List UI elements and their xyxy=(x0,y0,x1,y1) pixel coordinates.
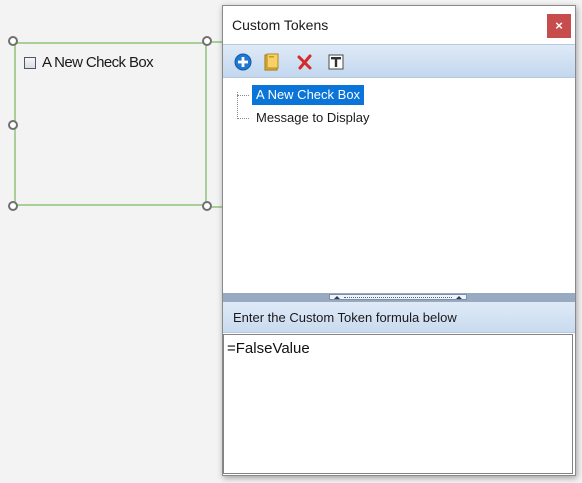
selection-connector-bottom xyxy=(212,206,222,208)
toolbar xyxy=(223,44,575,78)
close-button[interactable]: × xyxy=(547,14,571,38)
resize-handle-middle-left[interactable] xyxy=(8,120,18,130)
window-title: Custom Tokens xyxy=(232,17,329,33)
token-tree: A New Check Box Message to Display xyxy=(223,78,575,293)
tree-item-message-to-display[interactable]: Message to Display xyxy=(252,108,373,128)
tree-guide-branch xyxy=(237,118,249,119)
delete-x-icon[interactable] xyxy=(295,52,315,72)
canvas-checkbox-control[interactable]: A New Check Box xyxy=(24,54,154,71)
folder-icon[interactable] xyxy=(262,52,282,72)
formula-input[interactable]: =FalseValue xyxy=(223,334,573,474)
tree-item-a-new-check-box[interactable]: A New Check Box xyxy=(252,85,365,105)
resize-handle-bottom-right[interactable] xyxy=(202,201,212,211)
tree-guide-branch xyxy=(237,95,249,96)
add-circle-icon[interactable] xyxy=(233,52,253,72)
selection-connector-top xyxy=(212,41,222,43)
formula-value: =FalseValue xyxy=(227,340,310,357)
formula-header-label: Enter the Custom Token formula below xyxy=(233,310,457,325)
resize-handle-top-left[interactable] xyxy=(8,36,18,46)
rename-text-icon[interactable] xyxy=(326,52,346,72)
resize-handle-bottom-left[interactable] xyxy=(8,201,18,211)
tree-guide-line xyxy=(237,92,238,119)
checkbox-square[interactable] xyxy=(24,56,36,69)
resize-handle-top-right[interactable] xyxy=(202,36,212,46)
checkbox-label: A New Check Box xyxy=(42,54,154,71)
pane-splitter[interactable] xyxy=(223,293,575,302)
formula-header: Enter the Custom Token formula below xyxy=(223,302,575,333)
splitter-up-arrow-icon xyxy=(334,295,340,299)
splitter-grip[interactable] xyxy=(329,294,467,300)
splitter-up-arrow-icon xyxy=(456,295,462,299)
custom-tokens-window: Custom Tokens × A New Check Box Message … xyxy=(222,5,576,476)
splitter-dots xyxy=(344,296,452,298)
title-bar[interactable]: Custom Tokens × xyxy=(223,6,575,44)
